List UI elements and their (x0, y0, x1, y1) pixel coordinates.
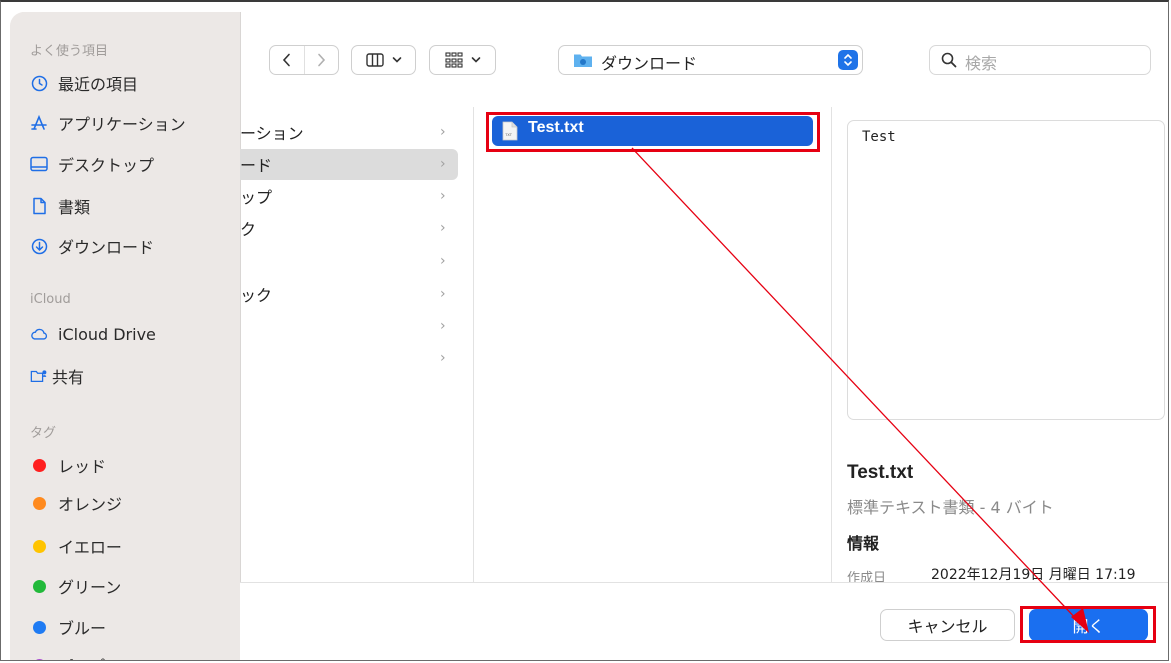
clock-icon (30, 74, 48, 92)
cancel-button[interactable]: キャンセル (880, 609, 1015, 641)
back-forward-control (269, 45, 339, 75)
search-icon (941, 52, 957, 68)
sidebar-tag-red[interactable]: レッド (30, 451, 230, 479)
columns-view-icon (365, 53, 384, 67)
grid-group-icon (444, 52, 463, 68)
tags-heading: タグ (30, 426, 57, 441)
preview-content: Test (862, 129, 896, 145)
sidebar-item-label: 最近の項目 (58, 75, 139, 94)
icloud-heading: iCloud (30, 292, 71, 307)
chevron-down-icon (392, 57, 401, 63)
shared-folder-icon (30, 367, 48, 385)
tag-dot-icon (30, 494, 48, 512)
sidebar-item-label: ブルー (58, 619, 107, 638)
column-item-label: ック (240, 286, 273, 305)
downloads-folder-icon (574, 54, 592, 67)
chevron-right-icon: › (440, 318, 446, 334)
info-heading: 情報 (847, 534, 880, 553)
sidebar-item-desktop[interactable]: デスクトップ (30, 150, 230, 178)
annotation-highlight-file (486, 112, 820, 152)
desktop-icon (30, 155, 48, 173)
cloud-icon (30, 325, 48, 343)
sidebar-item-label: オレンジ (58, 495, 123, 514)
sidebar-item-label: パープル (58, 653, 121, 660)
column-divider (831, 107, 832, 582)
sidebar-item-label: グリーン (58, 578, 122, 597)
document-icon (30, 197, 48, 215)
column-item[interactable]: ーション › (240, 117, 458, 147)
sidebar-item-label: 書類 (58, 198, 91, 217)
sidebar-tag-green[interactable]: グリーン (30, 572, 230, 600)
chevron-right-icon (317, 53, 325, 67)
created-value: 2022年12月19日 月曜日 17:19 (931, 567, 1136, 583)
sidebar-tag-purple[interactable]: パープル (30, 651, 230, 660)
sidebar-item-label: レッド (58, 457, 107, 476)
download-icon (30, 237, 48, 255)
chevron-right-icon: › (440, 220, 446, 236)
sidebar-item-downloads[interactable]: ダウンロード (30, 232, 230, 260)
column-item[interactable]: › (240, 311, 458, 341)
open-file-dialog: よく使う項目 最近の項目 アプリケーション デスクトップ 書類 ダウンロード i… (0, 0, 1169, 661)
chevron-right-icon: › (440, 156, 446, 172)
sidebar-tag-orange[interactable]: オレンジ (30, 489, 230, 517)
sidebar-item-documents[interactable]: 書類 (30, 192, 230, 220)
chevron-right-icon: › (440, 124, 446, 140)
sidebar-item-label: アプリケーション (58, 115, 186, 134)
chevron-right-icon: › (440, 253, 446, 269)
preview-kind: 標準テキスト書類 - 4 バイト (847, 498, 1054, 517)
sidebar-item-shared[interactable]: 共有 (30, 362, 230, 390)
favorites-heading: よく使う項目 (30, 44, 109, 59)
chevron-left-icon (283, 53, 291, 67)
tag-dot-icon (30, 577, 48, 595)
sidebar-item-label: 共有 (52, 368, 85, 387)
preview-filename: Test.txt (847, 462, 914, 483)
view-mode-button[interactable] (351, 45, 416, 75)
column-item-label: ク (240, 220, 257, 239)
tag-dot-icon (30, 618, 48, 636)
location-label: ダウンロード (601, 54, 698, 73)
apps-icon (30, 114, 48, 132)
sidebar-item-icloud-drive[interactable]: iCloud Drive (30, 320, 230, 348)
sidebar-item-label: iCloud Drive (58, 324, 156, 344)
column-item[interactable]: › (240, 246, 458, 276)
sidebar-tag-yellow[interactable]: イエロー (30, 532, 230, 560)
search-placeholder: 検索 (965, 54, 998, 73)
group-button[interactable] (429, 45, 496, 75)
chevron-down-icon (471, 57, 480, 63)
location-popup[interactable]: ダウンロード (558, 45, 863, 75)
forward-button[interactable] (305, 46, 339, 74)
chevron-right-icon: › (440, 188, 446, 204)
annotation-highlight-open (1020, 606, 1156, 643)
column-item[interactable]: ード › (240, 149, 458, 179)
sidebar-item-label: イエロー (58, 538, 122, 557)
tag-dot-icon (30, 537, 48, 555)
column-divider (473, 107, 474, 582)
search-field[interactable]: 検索 (929, 45, 1151, 75)
sidebar-item-recents[interactable]: 最近の項目 (30, 69, 230, 97)
back-button[interactable] (270, 46, 305, 74)
chevron-right-icon: › (440, 286, 446, 302)
column-item-label: ーション (240, 124, 304, 143)
column-item[interactable]: ック › (240, 279, 458, 309)
sidebar-item-label: ダウンロード (58, 238, 155, 257)
sidebar-item-label: デスクトップ (58, 156, 155, 175)
column-item[interactable]: ップ › (240, 181, 458, 211)
column-item-label: ード (240, 156, 273, 175)
column-item[interactable]: › (240, 343, 458, 373)
tag-dot-icon (30, 656, 48, 660)
column-item-label: ップ (240, 188, 273, 207)
sidebar-tag-blue[interactable]: ブルー (30, 613, 230, 641)
location-stepper (838, 50, 858, 70)
tag-dot-icon (30, 456, 48, 474)
chevron-right-icon: › (440, 350, 446, 366)
updown-chevron-icon (844, 53, 852, 67)
preview-box: Test (847, 120, 1165, 420)
sidebar-item-applications[interactable]: アプリケーション (30, 109, 230, 137)
column-item[interactable]: ク › (240, 213, 458, 243)
